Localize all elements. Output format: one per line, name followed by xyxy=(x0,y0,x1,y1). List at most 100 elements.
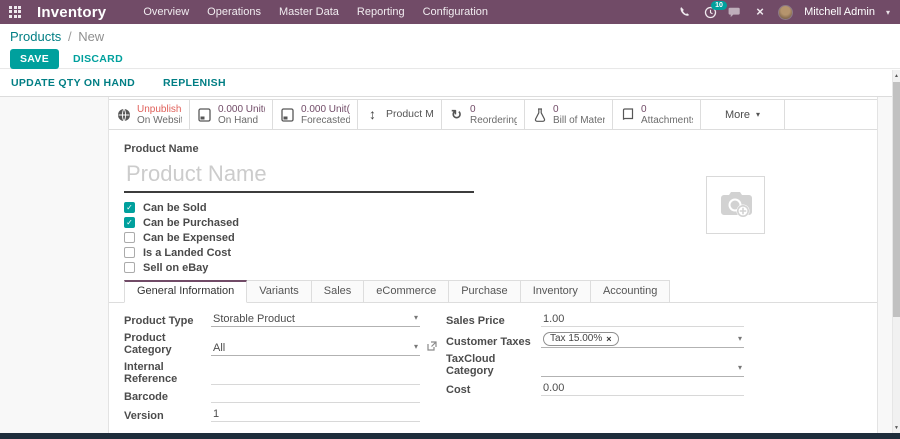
menu-master-data[interactable]: Master Data xyxy=(270,0,348,24)
form-left-column: Product Type Storable Product ▾ Product … xyxy=(124,313,420,427)
taxcloud-category-select[interactable]: ▾ xyxy=(541,364,744,377)
field-label: TaxCloud Category xyxy=(446,353,541,377)
external-link-icon[interactable] xyxy=(427,341,437,354)
product-form-sheet: UnpublishedOn Website 0.000 Unit(s)On Ha… xyxy=(108,97,878,433)
stat-label: On Hand xyxy=(218,115,265,126)
barcode-input[interactable] xyxy=(211,390,420,403)
more-button[interactable]: More ▾ xyxy=(701,100,785,129)
cost-input[interactable]: 0.00 xyxy=(541,382,744,396)
stat-forecasted[interactable]: 0.000 Unit(s)Forecasted xyxy=(273,100,358,129)
product-name-label: Product Name xyxy=(124,143,862,155)
checkbox-icon: ✓ xyxy=(124,202,135,213)
messages-icon[interactable] xyxy=(728,5,742,19)
checkbox-sell-on-ebay[interactable]: ✓ Sell on eBay xyxy=(124,262,862,273)
version-input[interactable]: 1 xyxy=(211,408,420,422)
checkbox-is-landed-cost[interactable]: ✓ Is a Landed Cost xyxy=(124,247,862,258)
field-version: Version 1 xyxy=(124,408,420,422)
stat-attachments[interactable]: 0Attachments xyxy=(613,100,701,129)
field-product-category: Product Category All ▾ xyxy=(124,332,420,356)
checkbox-icon: ✓ xyxy=(124,232,135,243)
menu-overview[interactable]: Overview xyxy=(134,0,198,24)
checkbox-label: Sell on eBay xyxy=(143,262,208,274)
breadcrumb-separator: / xyxy=(65,29,75,44)
camera-plus-icon xyxy=(717,189,755,221)
stat-bill-of-materials[interactable]: 0Bill of Materi... xyxy=(525,100,613,129)
taskbar-strip xyxy=(0,433,900,439)
field-label: Product Category xyxy=(124,332,211,356)
product-category-select[interactable]: All ▾ xyxy=(211,342,420,356)
chevron-down-icon: ▾ xyxy=(414,312,418,324)
menu-reporting[interactable]: Reporting xyxy=(348,0,414,24)
tab-accounting[interactable]: Accounting xyxy=(591,280,670,303)
field-label: Barcode xyxy=(124,391,211,403)
stat-label: Forecasted xyxy=(301,115,350,126)
statusbar: UPDATE QTY ON HAND REPLENISH xyxy=(0,70,900,97)
chevron-down-icon: ▾ xyxy=(756,110,760,119)
tax-tag[interactable]: Tax 15.00% × xyxy=(543,332,619,346)
scroll-down-arrow[interactable]: ▼ xyxy=(893,422,900,433)
user-menu[interactable]: Mitchell Admin xyxy=(804,6,875,18)
tab-inventory[interactable]: Inventory xyxy=(521,280,591,303)
product-name-input[interactable] xyxy=(124,155,474,193)
inventory-app-window: Inventory Overview Operations Master Dat… xyxy=(0,0,900,439)
apps-menu-icon[interactable] xyxy=(9,6,23,19)
tab-variants[interactable]: Variants xyxy=(247,280,312,303)
product-type-select[interactable]: Storable Product ▾ xyxy=(211,313,420,327)
field-product-type: Product Type Storable Product ▾ xyxy=(124,313,420,327)
activity-count-badge[interactable]: 10 xyxy=(711,1,727,10)
field-label: Customer Taxes xyxy=(446,336,541,348)
customer-taxes-select[interactable]: Tax 15.00% × ▾ xyxy=(541,332,744,348)
main-menu: Overview Operations Master Data Reportin… xyxy=(134,0,497,24)
breadcrumb-products[interactable]: Products xyxy=(10,29,61,44)
activities-clock-icon[interactable]: 10 xyxy=(703,5,717,19)
vertical-scrollbar[interactable]: ▲ ▼ xyxy=(892,70,900,433)
more-label: More xyxy=(725,109,750,121)
close-session-icon[interactable]: × xyxy=(753,5,767,19)
menu-operations[interactable]: Operations xyxy=(198,0,270,24)
breadcrumb-current: New xyxy=(78,29,104,44)
replenish-button[interactable]: REPLENISH xyxy=(163,77,226,89)
checkbox-label: Can be Purchased xyxy=(143,217,239,229)
app-name[interactable]: Inventory xyxy=(37,4,106,21)
stat-on-hand[interactable]: 0.000 Unit(s)On Hand xyxy=(190,100,273,129)
stat-value: 0.000 Unit(s) xyxy=(301,104,350,115)
form-action-buttons: SAVE DISCARD xyxy=(10,49,890,69)
tab-general-information[interactable]: General Information xyxy=(124,280,247,303)
chevron-down-icon: ▾ xyxy=(886,8,890,17)
stat-reordering-rules[interactable]: ↻ 0Reordering R... xyxy=(442,100,525,129)
title-block: Product Name xyxy=(109,130,877,193)
remove-tag-icon[interactable]: × xyxy=(606,333,611,345)
field-value: All xyxy=(213,342,225,354)
tab-sales[interactable]: Sales xyxy=(312,280,365,303)
stat-product-moves[interactable]: ↕ Product Moves xyxy=(358,100,442,129)
discard-button[interactable]: DISCARD xyxy=(73,53,123,65)
internal-reference-input[interactable] xyxy=(211,372,420,385)
field-label: Sales Price xyxy=(446,315,541,327)
stat-label: Bill of Materi... xyxy=(553,115,605,126)
checkbox-icon: ✓ xyxy=(124,247,135,258)
globe-icon xyxy=(116,107,131,122)
stat-value: 0 xyxy=(553,104,605,115)
phone-icon[interactable] xyxy=(678,5,692,19)
form-right-column: Sales Price 1.00 Customer Taxes Tax 15.0… xyxy=(446,313,744,427)
update-qty-on-hand-button[interactable]: UPDATE QTY ON HAND xyxy=(11,77,135,89)
product-image-upload[interactable] xyxy=(706,176,765,234)
menu-configuration[interactable]: Configuration xyxy=(414,0,497,24)
stat-on-website[interactable]: UnpublishedOn Website xyxy=(109,100,190,129)
top-nav-bar: Inventory Overview Operations Master Dat… xyxy=(0,0,900,24)
scrollbar-thumb[interactable] xyxy=(893,82,900,317)
stat-value: 0 xyxy=(470,104,517,115)
tax-tag-label: Tax 15.00% xyxy=(550,333,602,345)
sales-price-input[interactable]: 1.00 xyxy=(541,313,744,327)
tab-purchase[interactable]: Purchase xyxy=(449,280,520,303)
checkbox-label: Can be Expensed xyxy=(143,232,235,244)
tab-ecommerce[interactable]: eCommerce xyxy=(364,280,449,303)
scroll-up-arrow[interactable]: ▲ xyxy=(893,70,900,81)
save-button[interactable]: SAVE xyxy=(10,49,59,69)
stat-label: Reordering R... xyxy=(470,115,517,126)
stat-value: 0 xyxy=(641,104,693,115)
field-value: 1 xyxy=(213,408,219,420)
field-label: Cost xyxy=(446,384,541,396)
checkbox-icon: ✓ xyxy=(124,262,135,273)
user-avatar[interactable] xyxy=(778,5,793,20)
